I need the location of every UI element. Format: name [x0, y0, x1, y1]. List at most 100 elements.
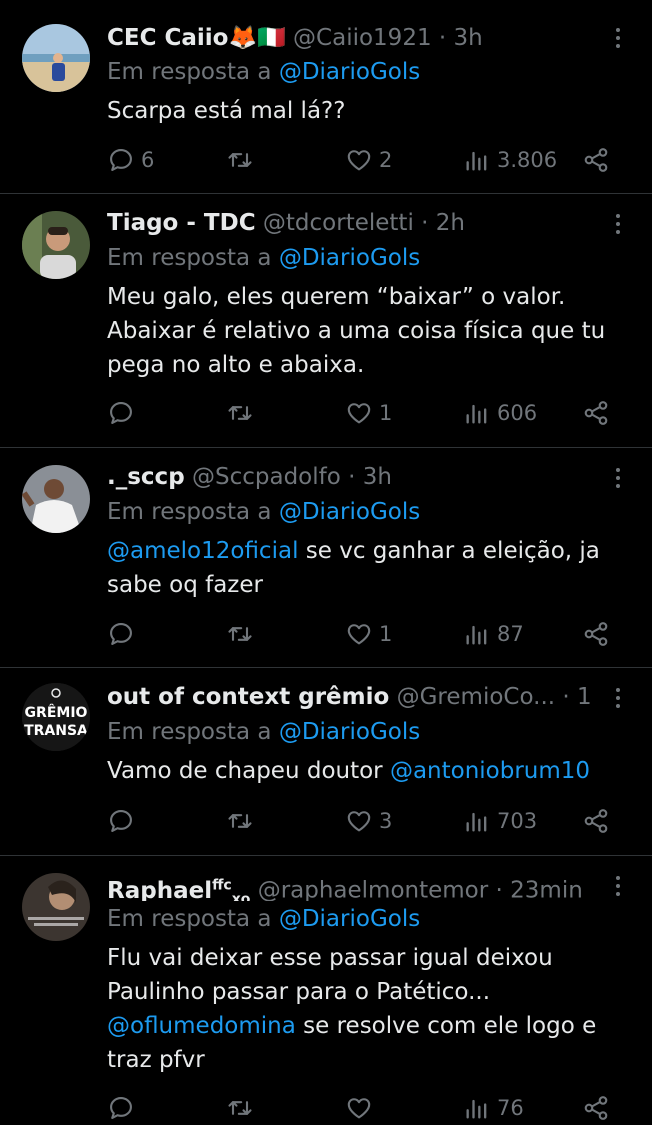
like-button[interactable]: 3: [345, 804, 392, 838]
tweet[interactable]: Tiago - TDC @tdcorteletti · 2h Em respos…: [0, 193, 652, 448]
share-button[interactable]: [582, 1091, 610, 1125]
share-button[interactable]: [582, 804, 610, 838]
reply-button[interactable]: [107, 396, 135, 430]
more-icon[interactable]: [606, 684, 630, 712]
tweet-text-line: Paulinho passar para o Patético...: [107, 979, 491, 1005]
author-handle[interactable]: @Caiio1921: [293, 25, 432, 51]
timestamp[interactable]: · 1h: [562, 684, 592, 710]
avatar[interactable]: GRÊMIO TRANSA: [22, 683, 90, 751]
share-icon: [582, 1094, 610, 1122]
like-button[interactable]: 1: [345, 396, 392, 430]
tweet-text-line: traz pfvr: [107, 1047, 205, 1073]
timestamp[interactable]: · 3h: [348, 464, 392, 490]
avatar[interactable]: [22, 873, 90, 941]
reply-mention[interactable]: @DiarioGols: [279, 59, 420, 85]
retweet-button[interactable]: [226, 143, 254, 177]
retweet-icon: [226, 146, 254, 174]
author-name[interactable]: out of context grêmio: [107, 684, 389, 710]
reply-mention[interactable]: @DiarioGols: [279, 499, 420, 525]
views-button[interactable]: 3.806: [463, 143, 557, 177]
reply-button[interactable]: [107, 804, 135, 838]
tweet-text-line: sabe oq fazer: [107, 572, 263, 598]
reply-prefix: Em resposta a: [107, 499, 272, 525]
share-button[interactable]: [582, 617, 610, 651]
views-button[interactable]: 87: [463, 617, 524, 651]
share-button[interactable]: [582, 143, 610, 177]
reply-count: 6: [141, 148, 155, 172]
reply-icon: [107, 399, 135, 427]
like-button[interactable]: 1: [345, 617, 392, 651]
timestamp[interactable]: · 3h: [439, 25, 483, 51]
author-line: ._sccp @Sccpadolfo · 3h: [107, 461, 592, 493]
text-mention[interactable]: @amelo12oficial: [107, 538, 298, 564]
tweet-text-line: Scarpa está mal lá??: [107, 98, 346, 124]
avatar-text: TRANSA: [24, 723, 88, 739]
tweet[interactable]: ._sccp @Sccpadolfo · 3h Em resposta a @D…: [0, 447, 652, 668]
tweet-text-line: Abaixar é relativo a uma coisa física qu…: [107, 318, 606, 344]
author-name[interactable]: ._sccp: [107, 464, 185, 490]
tweet-text-line: Vamo de chapeu doutor: [107, 758, 390, 784]
more-icon[interactable]: [606, 872, 630, 900]
author-handle[interactable]: @raphaelmontemor: [258, 878, 489, 901]
like-button[interactable]: [345, 1091, 373, 1125]
tweet-actions: 6 2 3.806: [0, 143, 652, 177]
reply-mention[interactable]: @DiarioGols: [279, 906, 420, 932]
reply-mention[interactable]: @DiarioGols: [279, 245, 420, 271]
reply-mention[interactable]: @DiarioGols: [279, 719, 420, 745]
avatar[interactable]: [22, 211, 90, 279]
share-button[interactable]: [582, 396, 610, 430]
reply-prefix: Em resposta a: [107, 906, 272, 932]
reply-button[interactable]: [107, 1091, 135, 1125]
more-icon[interactable]: [606, 464, 630, 492]
retweet-button[interactable]: [226, 617, 254, 651]
author-handle[interactable]: @GremioCo...: [397, 684, 555, 710]
share-icon: [582, 399, 610, 427]
avatar-text: GRÊMIO: [25, 704, 88, 721]
timestamp[interactable]: · 2h: [421, 210, 465, 236]
reply-button[interactable]: 6: [107, 143, 154, 177]
share-icon: [582, 146, 610, 174]
author-name[interactable]: Tiago - TDC: [107, 210, 256, 236]
author-handle[interactable]: @tdcorteletti: [263, 210, 414, 236]
retweet-icon: [226, 1094, 254, 1122]
author-line: Raphaelffcxo @raphaelmontemor · 23min: [107, 869, 592, 901]
tweet-actions: 3 703: [0, 804, 652, 838]
text-mention[interactable]: @oflumedomina: [107, 1013, 296, 1039]
author-line: out of context grêmio @GremioCo... · 1h: [107, 681, 592, 713]
like-button[interactable]: 2: [345, 143, 392, 177]
reply-icon: [107, 620, 135, 648]
retweet-button[interactable]: [226, 1091, 254, 1125]
like-count: 1: [379, 401, 393, 425]
views-button[interactable]: 606: [463, 396, 537, 430]
views-button[interactable]: 703: [463, 804, 537, 838]
more-icon[interactable]: [606, 210, 630, 238]
views-button[interactable]: 76: [463, 1091, 524, 1125]
reply-button[interactable]: [107, 617, 135, 651]
tweet[interactable]: GRÊMIO TRANSA out of context grêmio @Gre…: [0, 667, 652, 856]
views-icon: [463, 399, 491, 427]
tweet[interactable]: Raphaelffcxo @raphaelmontemor · 23min Em…: [0, 855, 652, 1122]
reply-icon: [107, 807, 135, 835]
text-mention[interactable]: @antoniobrum10: [390, 758, 590, 784]
tweet-text: Vamo de chapeu doutor @antoniobrum10: [107, 754, 612, 788]
retweet-button[interactable]: [226, 804, 254, 838]
views-icon: [463, 1094, 491, 1122]
tweet-actions: 76: [0, 1091, 652, 1125]
avatar[interactable]: [22, 24, 90, 92]
retweet-icon: [226, 399, 254, 427]
retweet-button[interactable]: [226, 396, 254, 430]
more-icon[interactable]: [606, 24, 630, 52]
avatar[interactable]: [22, 465, 90, 533]
like-icon: [345, 146, 373, 174]
retweet-icon: [226, 620, 254, 648]
like-icon: [345, 807, 373, 835]
tweet-text: Scarpa está mal lá??: [107, 94, 612, 128]
author-name[interactable]: Raphaelffcxo: [107, 877, 250, 901]
views-count: 606: [497, 401, 538, 425]
views-icon: [463, 146, 491, 174]
tweet-text-line: Meu galo, eles querem “baixar” o valor.: [107, 284, 566, 310]
timestamp[interactable]: · 23min: [496, 878, 583, 901]
author-name[interactable]: CEC Caiio🦊🇮🇹: [107, 25, 286, 51]
tweet[interactable]: CEC Caiio🦊🇮🇹 @Caiio1921 · 3h Em resposta…: [0, 0, 652, 194]
author-handle[interactable]: @Sccpadolfo: [192, 464, 341, 490]
